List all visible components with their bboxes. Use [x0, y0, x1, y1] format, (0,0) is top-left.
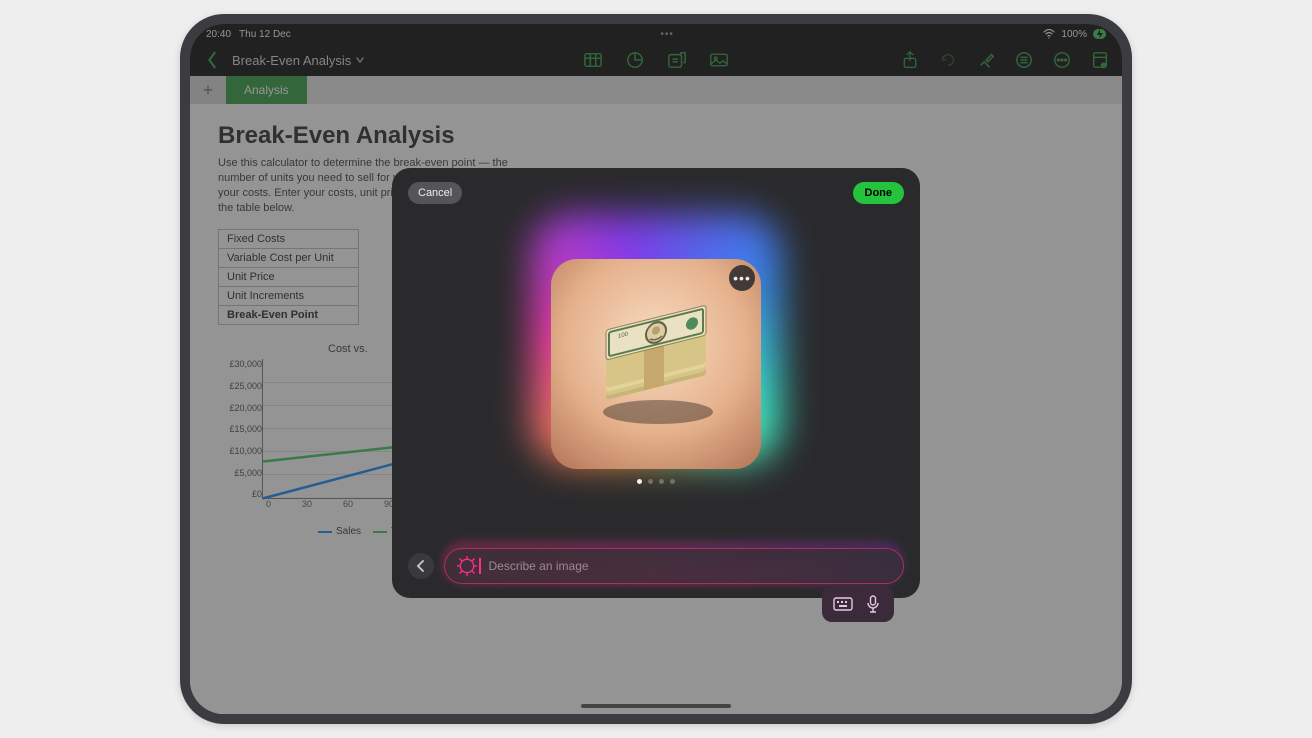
keyboard-button[interactable] [828, 590, 858, 618]
home-indicator[interactable] [581, 704, 731, 708]
image-playground-modal: Cancel Done ••• [392, 168, 920, 598]
ipad-frame: 20:40 Thu 12 Dec ••• 100% Break-Even Ana… [180, 14, 1132, 724]
result-pager[interactable] [637, 479, 675, 484]
pager-dot[interactable] [670, 479, 675, 484]
done-button[interactable]: Done [853, 182, 905, 204]
pager-dot[interactable] [659, 479, 664, 484]
prompt-field[interactable] [444, 548, 904, 584]
pager-dot[interactable] [637, 479, 642, 484]
image-options-button[interactable]: ••• [729, 265, 755, 291]
text-cursor [479, 558, 481, 574]
pager-dot[interactable] [648, 479, 653, 484]
prompt-input[interactable] [489, 559, 892, 573]
microphone-button[interactable] [858, 590, 888, 618]
input-mode-toggle [822, 586, 894, 622]
generated-image[interactable]: ••• [551, 259, 761, 469]
prompt-prev-button[interactable] [408, 553, 434, 579]
money-stack-icon: 100 [576, 284, 736, 444]
apple-intelligence-icon [457, 556, 477, 576]
cancel-button[interactable]: Cancel [408, 182, 462, 204]
